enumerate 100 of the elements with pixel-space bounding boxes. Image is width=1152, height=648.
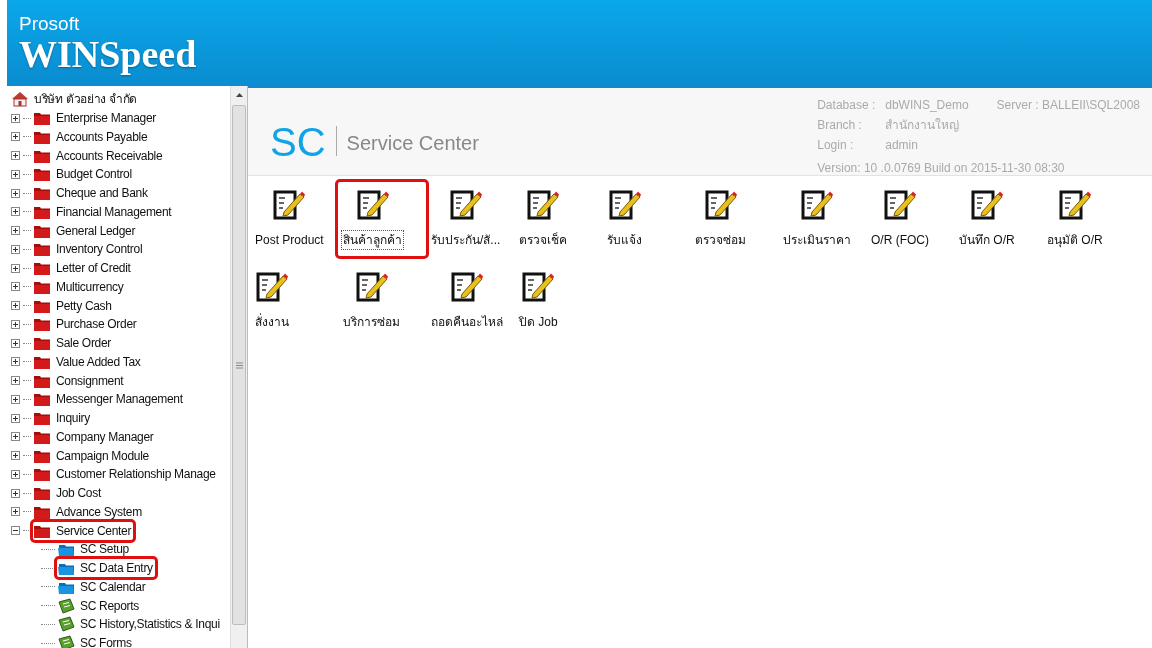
folder-icon (33, 466, 51, 483)
program-button[interactable]: ปิด Job (517, 268, 560, 334)
folder-icon (33, 410, 51, 427)
notepad-pencil-icon (883, 188, 917, 222)
expand-toggle[interactable] (11, 226, 20, 236)
folder-icon (33, 241, 51, 258)
program-button[interactable]: ตรวจเช็ค (517, 186, 569, 252)
house-icon (11, 91, 29, 108)
notepad-pencil-icon (1057, 188, 1092, 222)
program-button[interactable]: สินค้าลูกค้า (341, 186, 404, 252)
notepad-pencil-icon (354, 270, 389, 304)
expand-toggle[interactable] (11, 113, 20, 123)
tree-item[interactable]: General Ledger (54, 221, 138, 240)
expand-toggle[interactable] (11, 338, 20, 348)
program-button[interactable]: บริการซ่อม (341, 268, 402, 334)
expand-toggle[interactable] (11, 207, 20, 217)
expand-toggle[interactable] (11, 151, 20, 161)
version-info: Version: 10 .0.0769 Build on 2015-11-30 08:30 (817, 160, 1066, 177)
notepad-pencil-icon (448, 188, 483, 222)
module-code: SC (270, 119, 326, 166)
notepad-pencil-icon (272, 188, 307, 222)
expand-toggle[interactable] (11, 263, 20, 273)
tree-item[interactable]: Purchase Order (54, 315, 139, 334)
expand-toggle[interactable] (11, 132, 20, 142)
report-icon (57, 616, 75, 633)
tree-item[interactable]: Financial Management (54, 202, 174, 221)
folder-icon (33, 485, 51, 502)
notepad-pencil-icon (255, 270, 289, 304)
expand-toggle[interactable] (11, 376, 20, 386)
program-button[interactable]: อนุมัติ O/R (1045, 186, 1105, 252)
expand-toggle[interactable] (11, 507, 20, 517)
program-button[interactable]: รับแจ้ง (605, 186, 644, 252)
module-title: Service Center (346, 131, 479, 156)
expand-toggle[interactable] (11, 319, 20, 329)
notepad-pencil-icon (521, 270, 556, 304)
tree-item[interactable]: Cheque and Bank (54, 184, 150, 203)
expand-toggle[interactable] (11, 301, 20, 311)
program-button[interactable]: ประเมินราคา (781, 186, 853, 252)
tree-item[interactable]: บริษัท ตัวอย่าง จำกัด (32, 90, 140, 109)
program-button[interactable]: สั่งงาน (253, 268, 291, 334)
product-logo: WINSpeed (19, 34, 198, 74)
scrollbar[interactable] (230, 86, 247, 648)
tree-item[interactable]: Accounts Receivable (54, 146, 165, 165)
info-label: Branch : (817, 117, 863, 134)
tree-item[interactable]: Service Center (54, 521, 134, 540)
info-value: dbWINS_Demo (885, 97, 969, 114)
tree-item[interactable]: SC Data Entry (78, 559, 155, 578)
tree-item[interactable]: Messenger Management (54, 390, 185, 409)
tree-item[interactable]: Accounts Payable (54, 127, 150, 146)
tree-item[interactable]: Campaign Module (54, 446, 151, 465)
notepad-pencil-icon (450, 270, 484, 304)
tree-item[interactable]: Budget Control (54, 165, 134, 184)
expand-toggle[interactable] (11, 451, 20, 461)
program-button[interactable]: ถอดคืนอะไหล่ (429, 268, 505, 334)
tree-item[interactable]: Sale Order (54, 334, 114, 353)
program-button[interactable]: O/R (FOC) (869, 186, 931, 252)
vendor-name: Prosoft (19, 14, 81, 34)
expand-toggle[interactable] (11, 413, 20, 423)
scroll-thumb[interactable] (232, 105, 246, 625)
tree-item[interactable]: Multicurrency (54, 277, 126, 296)
expand-toggle[interactable] (11, 432, 20, 442)
expand-toggle[interactable] (11, 469, 20, 479)
expand-toggle[interactable] (11, 488, 20, 498)
folder-icon (33, 316, 51, 333)
tree-item[interactable]: SC Reports (78, 596, 142, 615)
notepad-pencil-icon (703, 188, 738, 222)
expand-toggle[interactable] (11, 357, 20, 367)
tree-item[interactable]: SC Calendar (78, 577, 148, 596)
notepad-pencil-icon (355, 188, 390, 222)
info-label: Login : (817, 137, 855, 154)
expand-toggle[interactable] (11, 244, 20, 254)
info-value: admin (885, 137, 919, 154)
tree-item[interactable]: Customer Relationship Manage (54, 465, 218, 484)
collapse-toggle[interactable] (11, 526, 20, 536)
program-button[interactable]: Post Product (253, 186, 326, 252)
program-button[interactable]: ตรวจซ่อม (693, 186, 748, 252)
tree-item[interactable]: Enterprise Manager (54, 109, 158, 128)
tree-item[interactable]: Letter of Credit (54, 259, 133, 278)
program-button[interactable]: บันทึก O/R (957, 186, 1017, 252)
tree-item[interactable]: Inventory Control (54, 240, 145, 259)
tree-item[interactable]: Consignment (54, 371, 126, 390)
folder-icon (33, 166, 51, 183)
tree-item[interactable]: Inquiry (54, 409, 92, 428)
scroll-up-icon[interactable] (235, 92, 243, 97)
tree-item[interactable]: SC Forms (78, 634, 134, 648)
tree-item[interactable]: SC History,Statistics & Inqui (78, 615, 222, 634)
program-button[interactable]: รับประกัน/สั... (429, 186, 503, 252)
report-icon (57, 597, 75, 614)
tree-item[interactable]: Advance System (54, 502, 144, 521)
tree-item[interactable]: Petty Cash (54, 296, 114, 315)
expand-toggle[interactable] (11, 282, 20, 292)
server-info: Server : BALLEII\SQL2008 (996, 97, 1140, 114)
tree-item[interactable]: Value Added Tax (54, 352, 143, 371)
expand-toggle[interactable] (11, 169, 20, 179)
tree-item[interactable]: Job Cost (54, 484, 103, 503)
expand-toggle[interactable] (11, 394, 20, 404)
expand-toggle[interactable] (11, 188, 20, 198)
folder-icon (33, 260, 51, 277)
tree-item[interactable]: SC Setup (78, 540, 131, 559)
tree-item[interactable]: Company Manager (54, 427, 156, 446)
